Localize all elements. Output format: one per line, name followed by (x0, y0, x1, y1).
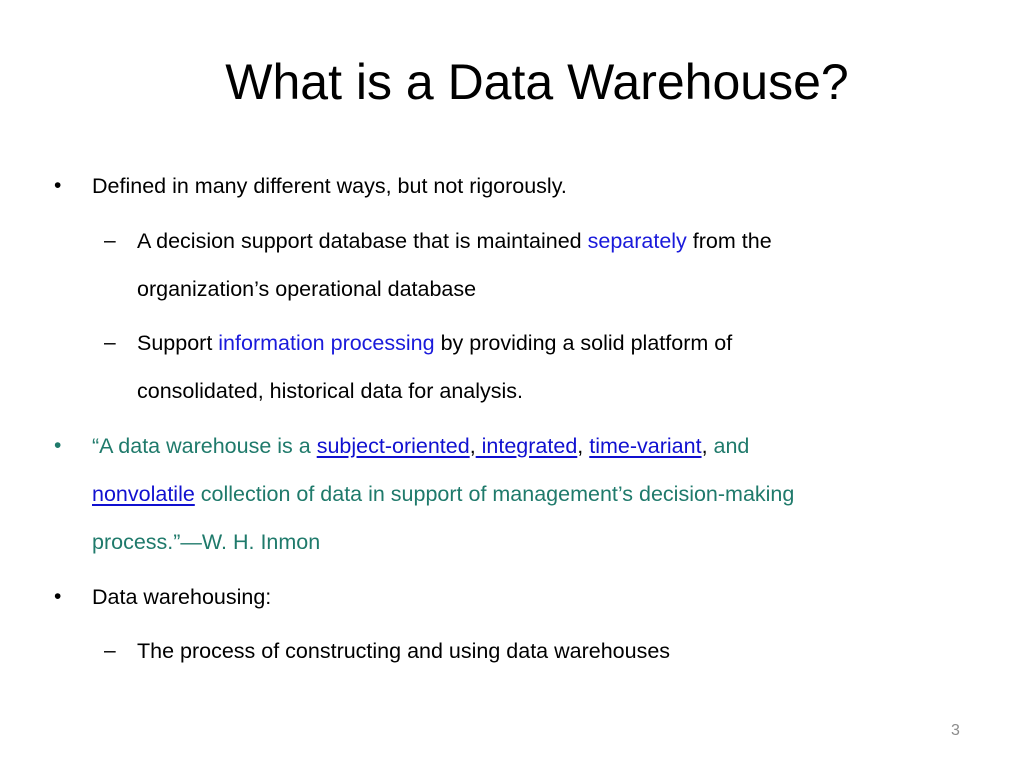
text: A decision support database that is main… (137, 229, 588, 253)
text: from the (686, 229, 772, 253)
sub-bullet-information-processing-line2: consolidated, historical data for analys… (137, 379, 524, 403)
dash-marker: – (104, 331, 116, 354)
link-subject-oriented[interactable]: subject-oriented (317, 434, 470, 458)
text: by providing a solid platform of (434, 331, 733, 355)
text: and (707, 434, 750, 458)
highlight-separately: separately (587, 229, 687, 253)
bullet-marker: • (54, 434, 62, 457)
link-nonvolatile[interactable]: nonvolatile (92, 482, 195, 506)
dash-marker: – (104, 639, 116, 662)
page-number: 3 (951, 722, 960, 739)
highlight-information-processing: information processing (218, 331, 435, 355)
sub-bullet-process: The process of constructing and using da… (137, 639, 671, 663)
link-time-variant[interactable]: time-variant (589, 434, 701, 458)
dash-marker: – (104, 229, 116, 252)
bullet-marker: • (54, 585, 62, 608)
inmon-quote-line3: process.”—W. H. Inmon (92, 530, 321, 554)
inmon-quote-line1: “A data warehouse is a subject-oriented,… (92, 432, 749, 460)
sub-bullet-decision-support-line2: organization’s operational database (137, 277, 477, 301)
link-integrated[interactable]: integrated (476, 434, 578, 458)
inmon-quote-line2: nonvolatile collection of data in suppor… (92, 480, 794, 508)
text: Support (137, 331, 219, 355)
sub-bullet-information-processing: Support information processing by provid… (137, 329, 732, 357)
sub-bullet-decision-support: A decision support database that is main… (137, 227, 772, 255)
bullet-defined: Defined in many different ways, but not … (92, 174, 567, 198)
text: collection of data in support of managem… (194, 482, 795, 506)
slide-title: What is a Data Warehouse? (225, 54, 849, 110)
bullet-data-warehousing: Data warehousing: (92, 585, 272, 609)
text: “A data warehouse is a (92, 434, 317, 458)
bullet-marker: • (54, 174, 62, 197)
